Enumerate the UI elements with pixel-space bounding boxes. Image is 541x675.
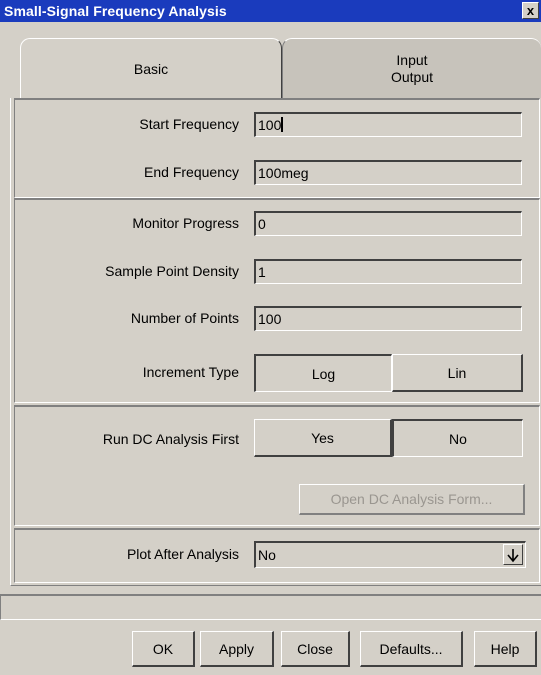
start-frequency-input[interactable]: 100 xyxy=(254,112,522,137)
number-of-points-label: Number of Points xyxy=(130,310,239,326)
title-bar: Small-Signal Frequency Analysis x xyxy=(0,0,541,22)
increment-lin-button[interactable]: Lin xyxy=(392,354,523,392)
run-dc-analysis-label: Run DC Analysis First xyxy=(102,431,239,447)
tab-io-line2: Output xyxy=(390,68,434,85)
window-title: Small-Signal Frequency Analysis xyxy=(4,3,227,19)
ok-button[interactable]: OK xyxy=(132,631,195,667)
tab-input-output[interactable]: Input Output xyxy=(282,38,541,98)
number-of-points-input[interactable]: 100 xyxy=(254,306,522,331)
open-dc-analysis-form-button[interactable]: Open DC Analysis Form... xyxy=(299,484,525,515)
plot-after-analysis-select[interactable]: No xyxy=(254,541,526,568)
help-button[interactable]: Help xyxy=(474,631,537,667)
sample-point-density-input[interactable]: 1 xyxy=(254,259,522,284)
increment-log-button[interactable]: Log xyxy=(254,354,392,392)
start-frequency-value: 100 xyxy=(258,117,282,133)
close-button[interactable]: Close xyxy=(281,631,350,667)
end-frequency-input[interactable]: 100meg xyxy=(254,160,522,185)
text-caret xyxy=(281,117,284,132)
dc-yes-button[interactable]: Yes xyxy=(254,419,392,457)
monitor-progress-input[interactable]: 0 xyxy=(254,211,522,236)
plot-after-analysis-label: Plot After Analysis xyxy=(126,546,239,562)
tab-basic-label: Basic xyxy=(133,60,169,77)
end-frequency-label: End Frequency xyxy=(144,164,239,180)
monitor-progress-label: Monitor Progress xyxy=(132,215,239,231)
tab-basic[interactable]: Basic xyxy=(20,38,282,98)
dc-no-button[interactable]: No xyxy=(392,419,523,457)
tab-io-line1: Input xyxy=(396,51,428,68)
start-frequency-label: Start Frequency xyxy=(139,116,239,132)
tab-input-output-label: Input Output xyxy=(391,52,433,86)
defaults-button[interactable]: Defaults... xyxy=(360,631,463,667)
sample-point-density-label: Sample Point Density xyxy=(105,263,239,279)
increment-type-label: Increment Type xyxy=(142,364,239,380)
dropdown-arrow-icon[interactable] xyxy=(503,544,523,565)
close-icon[interactable]: x xyxy=(522,2,539,19)
plot-after-analysis-value: No xyxy=(258,547,276,563)
apply-button[interactable]: Apply xyxy=(200,631,274,667)
status-bar xyxy=(0,594,541,620)
